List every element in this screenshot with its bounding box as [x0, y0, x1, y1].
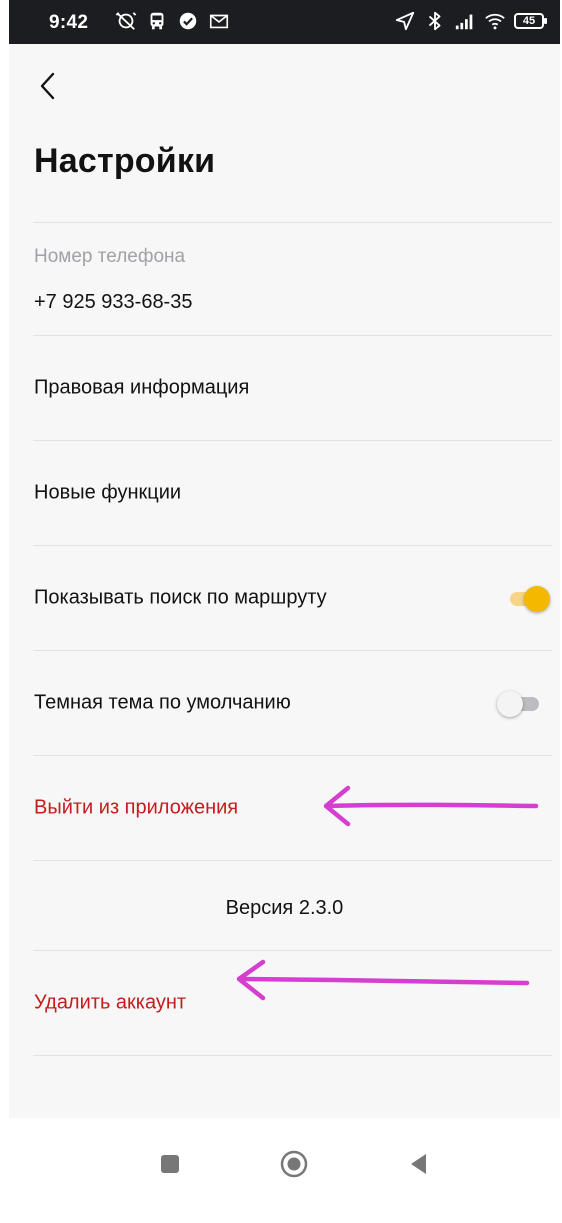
legal-info-item[interactable]: Правовая информация	[9, 336, 560, 440]
wifi-icon	[485, 13, 505, 30]
gmail-icon	[209, 14, 229, 29]
home-button[interactable]	[274, 1144, 314, 1184]
route-search-toggle[interactable]	[506, 584, 552, 612]
back-triangle-icon	[411, 1154, 426, 1174]
route-search-label: Показывать поиск по маршруту	[34, 586, 327, 609]
home-circle-icon	[280, 1150, 308, 1178]
back-nav-button[interactable]	[399, 1144, 439, 1184]
toggle-knob	[524, 586, 550, 612]
divider	[33, 222, 552, 223]
phone-number-label: Номер телефона	[34, 246, 186, 267]
dark-theme-item: Темная тема по умолчанию	[9, 651, 560, 755]
page-title: Настройки	[34, 142, 216, 180]
bluetooth-icon	[428, 11, 441, 31]
dark-theme-label: Темная тема по умолчанию	[34, 691, 291, 714]
status-bar: 9:42 45	[9, 0, 560, 44]
dark-theme-toggle[interactable]	[497, 689, 543, 717]
app-version: Версия 2.3.0	[225, 897, 344, 919]
delete-account-button[interactable]: Удалить аккаунт	[9, 951, 560, 1055]
navigation-bar	[9, 1118, 560, 1223]
status-notification-icons	[115, 10, 230, 32]
recents-square-icon	[161, 1155, 179, 1173]
battery-level: 45	[522, 15, 536, 27]
legal-info-label: Правовая информация	[34, 376, 250, 399]
logout-label: Выйти из приложения	[34, 796, 239, 819]
location-icon	[395, 11, 415, 31]
status-system-icons: 45	[394, 10, 547, 32]
status-time: 9:42	[49, 12, 89, 33]
divider	[33, 860, 552, 861]
new-features-item[interactable]: Новые функции	[9, 441, 560, 545]
check-circle-icon	[179, 12, 197, 30]
alarm-off-icon	[115, 12, 137, 30]
signal-icon	[455, 14, 473, 30]
chevron-left-icon	[40, 72, 55, 100]
battery-icon: 45	[514, 13, 547, 29]
recents-button[interactable]	[150, 1144, 190, 1184]
screen: 9:42 45 Настройки Номер телефона +7 925 …	[0, 0, 562, 1223]
toggle-knob	[497, 691, 523, 717]
new-features-label: Новые функции	[34, 481, 182, 504]
phone-number-value: +7 925 933-68-35	[34, 291, 193, 313]
bus-icon	[150, 12, 164, 30]
delete-account-label: Удалить аккаунт	[34, 991, 187, 1014]
back-button[interactable]	[33, 64, 73, 108]
route-search-item: Показывать поиск по маршруту	[9, 546, 560, 650]
divider	[33, 1055, 552, 1056]
settings-screen: 9:42 45 Настройки Номер телефона +7 925 …	[9, 0, 560, 1223]
logout-button[interactable]: Выйти из приложения	[9, 756, 560, 860]
